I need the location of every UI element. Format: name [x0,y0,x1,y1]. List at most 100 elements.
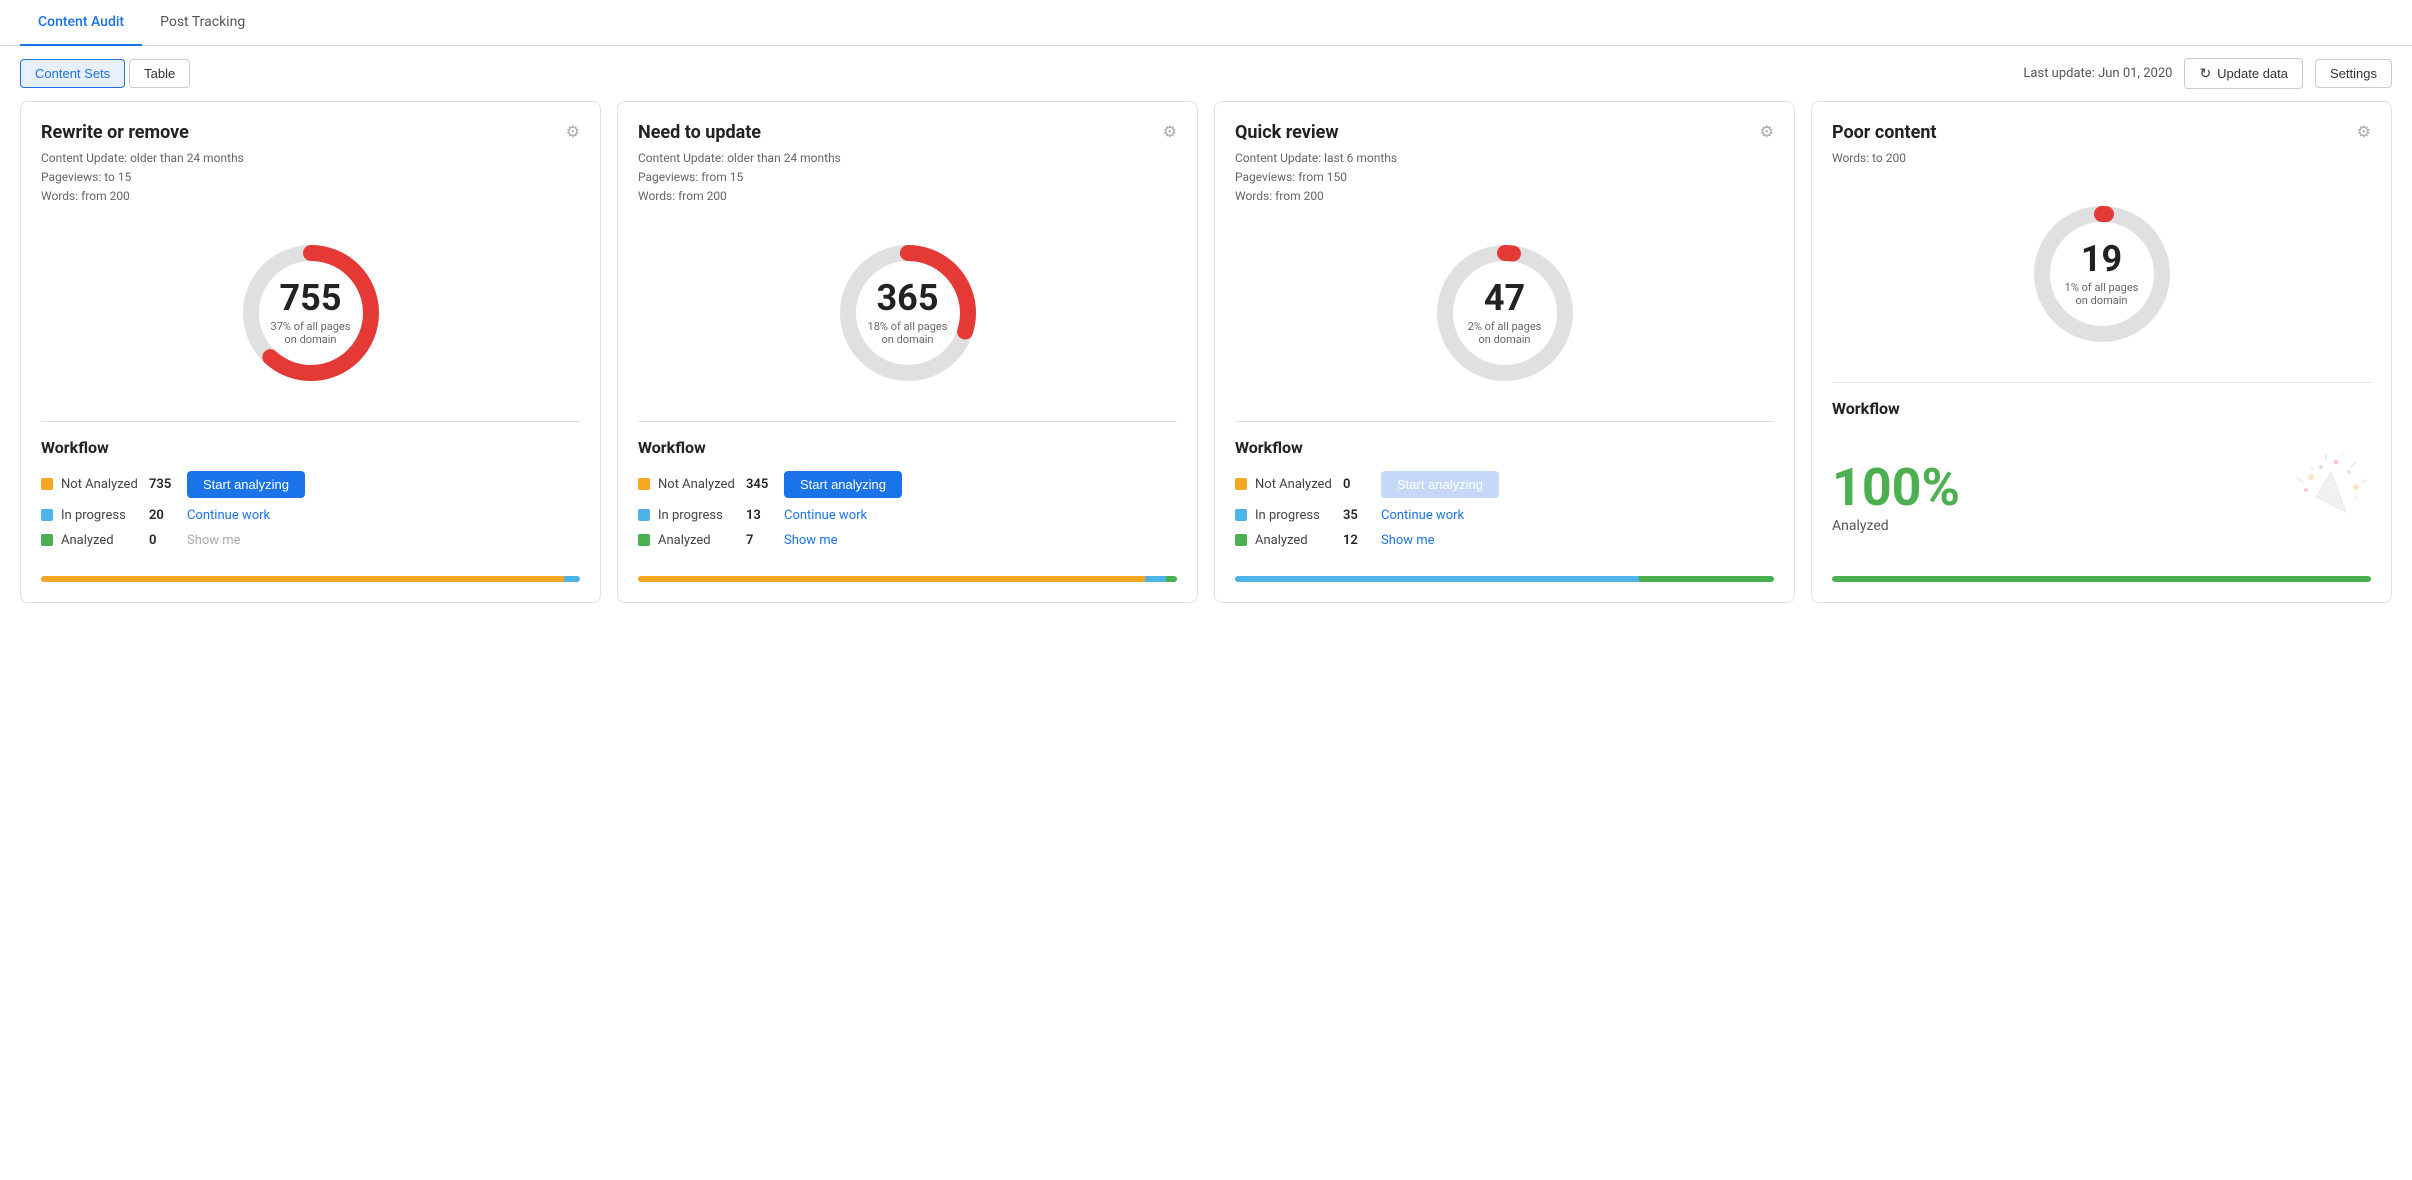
dot-not-analyzed-3 [1235,478,1247,490]
count-in-progress-1: 20 [149,508,179,523]
status-label-not-analyzed-1: Not Analyzed [61,477,141,492]
gear-icon-2[interactable]: ⚙ [1163,122,1177,141]
progress-green-4 [1832,576,2371,582]
start-analyzing-button-3: Start analyzing [1381,471,1499,498]
meta-line-3-3: Words: from 200 [1235,187,1774,206]
donut-label-2: 18% of all pageson domain [868,320,948,346]
dot-analyzed-2 [638,534,650,546]
count-analyzed-2: 7 [746,533,776,548]
tab-content-audit[interactable]: Content Audit [20,0,142,46]
card-poor-content: Poor content ⚙ Words: to 200 19 1% of al… [1811,101,2392,603]
analyzed-label: Analyzed [1832,518,1960,534]
top-tabs: Content Audit Post Tracking [0,0,2412,46]
donut-number-4: 19 [2065,241,2139,277]
count-not-analyzed-2: 345 [746,477,776,492]
progress-green-2 [1166,576,1177,582]
continue-work-link-3[interactable]: Continue work [1381,508,1464,523]
continue-work-link-2[interactable]: Continue work [784,508,867,523]
donut-label-4: 1% of all pageson domain [2065,281,2139,307]
card-meta-2: Content Update: older than 24 months Pag… [638,149,1177,207]
start-analyzing-button-2[interactable]: Start analyzing [784,471,902,498]
workflow-row-in-progress-2: In progress 13 Continue work [638,508,1177,523]
meta-line-2-1: Content Update: older than 24 months [638,149,1177,168]
card-meta-4: Words: to 200 [1832,149,2371,168]
gear-icon-3[interactable]: ⚙ [1760,122,1774,141]
meta-line-4-1: Words: to 200 [1832,149,2371,168]
donut-chart-3: 47 2% of all pageson domain [1425,233,1585,393]
card-divider-1 [41,421,580,422]
count-in-progress-3: 35 [1343,508,1373,523]
progress-blue-1 [564,576,580,582]
status-label-analyzed-2: Analyzed [658,533,738,548]
meta-line-3-1: Content Update: last 6 months [1235,149,1774,168]
card-divider-2 [638,421,1177,422]
progress-bar-3 [1235,564,1774,582]
show-me-link-3[interactable]: Show me [1381,533,1435,548]
percent-complete: 100% [1832,462,1960,514]
donut-number-1: 755 [271,280,351,316]
workflow-row-analyzed-1: Analyzed 0 Show me [41,533,580,548]
continue-work-link-1[interactable]: Continue work [187,508,270,523]
card-header-1: Rewrite or remove ⚙ [41,122,580,143]
status-label-not-analyzed-2: Not Analyzed [658,477,738,492]
progress-bar-4 [1832,564,2371,582]
update-data-button[interactable]: ↻ Update data [2184,58,2303,89]
dot-in-progress-3 [1235,509,1247,521]
progress-blue-2 [1145,576,1167,582]
confetti-icon: + + + [2291,452,2371,544]
progress-blue-3 [1235,576,1639,582]
gear-icon-4[interactable]: ⚙ [2357,122,2371,141]
meta-line-2-3: Words: from 200 [638,187,1177,206]
progress-bar-2 [638,564,1177,582]
donut-label-3: 2% of all pageson domain [1468,320,1542,346]
workflow-row-not-analyzed-1: Not Analyzed 735 Start analyzing [41,471,580,498]
card-header-4: Poor content ⚙ [1832,122,2371,143]
svg-text:+: + [2309,464,2315,475]
card-header-3: Quick review ⚙ [1235,122,1774,143]
count-analyzed-3: 12 [1343,533,1373,548]
dot-analyzed-3 [1235,534,1247,546]
show-me-link-1: Show me [187,533,241,548]
count-in-progress-2: 13 [746,508,776,523]
toolbar-left: Content Sets Table [20,59,190,88]
dot-in-progress-2 [638,509,650,521]
donut-container-2: 365 18% of all pageson domain [638,233,1177,393]
count-not-analyzed-3: 0 [1343,477,1373,492]
card-meta-3: Content Update: last 6 months Pageviews:… [1235,149,1774,207]
settings-button[interactable]: Settings [2315,59,2392,88]
meta-line-3-2: Pageviews: from 150 [1235,168,1774,187]
toolbar-right: Last update: Jun 01, 2020 ↻ Update data … [2023,58,2392,89]
gear-icon-1[interactable]: ⚙ [566,122,580,141]
show-me-link-2[interactable]: Show me [784,533,838,548]
donut-center-2: 365 18% of all pageson domain [868,280,948,346]
workflow-title-4: Workflow [1832,399,2371,418]
content-sets-button[interactable]: Content Sets [20,59,125,88]
status-label-not-analyzed-3: Not Analyzed [1255,477,1335,492]
last-update-text: Last update: Jun 01, 2020 [2023,66,2172,81]
table-button[interactable]: Table [129,59,190,88]
donut-label-1: 37% of all pageson domain [271,320,351,346]
workflow-row-analyzed-2: Analyzed 7 Show me [638,533,1177,548]
donut-container-3: 47 2% of all pageson domain [1235,233,1774,393]
confetti-svg: + + + [2291,452,2371,532]
workflow-row-analyzed-3: Analyzed 12 Show me [1235,533,1774,548]
svg-text:+: + [2353,491,2360,505]
card-need-to-update: Need to update ⚙ Content Update: older t… [617,101,1198,603]
progress-track-3 [1235,576,1774,582]
card-divider-4 [1832,382,2371,383]
progress-orange-2 [638,576,1145,582]
card-title-1: Rewrite or remove [41,122,189,143]
donut-chart-1: 755 37% of all pageson domain [231,233,391,393]
donut-center-3: 47 2% of all pageson domain [1468,280,1542,346]
meta-line-1: Content Update: older than 24 months [41,149,580,168]
workflow-title-2: Workflow [638,438,1177,457]
status-label-analyzed-1: Analyzed [61,533,141,548]
donut-number-2: 365 [868,280,948,316]
status-label-in-progress-2: In progress [658,508,738,523]
donut-container-1: 755 37% of all pageson domain [41,233,580,393]
update-data-label: Update data [2217,66,2288,81]
tab-post-tracking[interactable]: Post Tracking [142,0,263,46]
dot-in-progress-1 [41,509,53,521]
start-analyzing-button-1[interactable]: Start analyzing [187,471,305,498]
card-rewrite-or-remove: Rewrite or remove ⚙ Content Update: olde… [20,101,601,603]
